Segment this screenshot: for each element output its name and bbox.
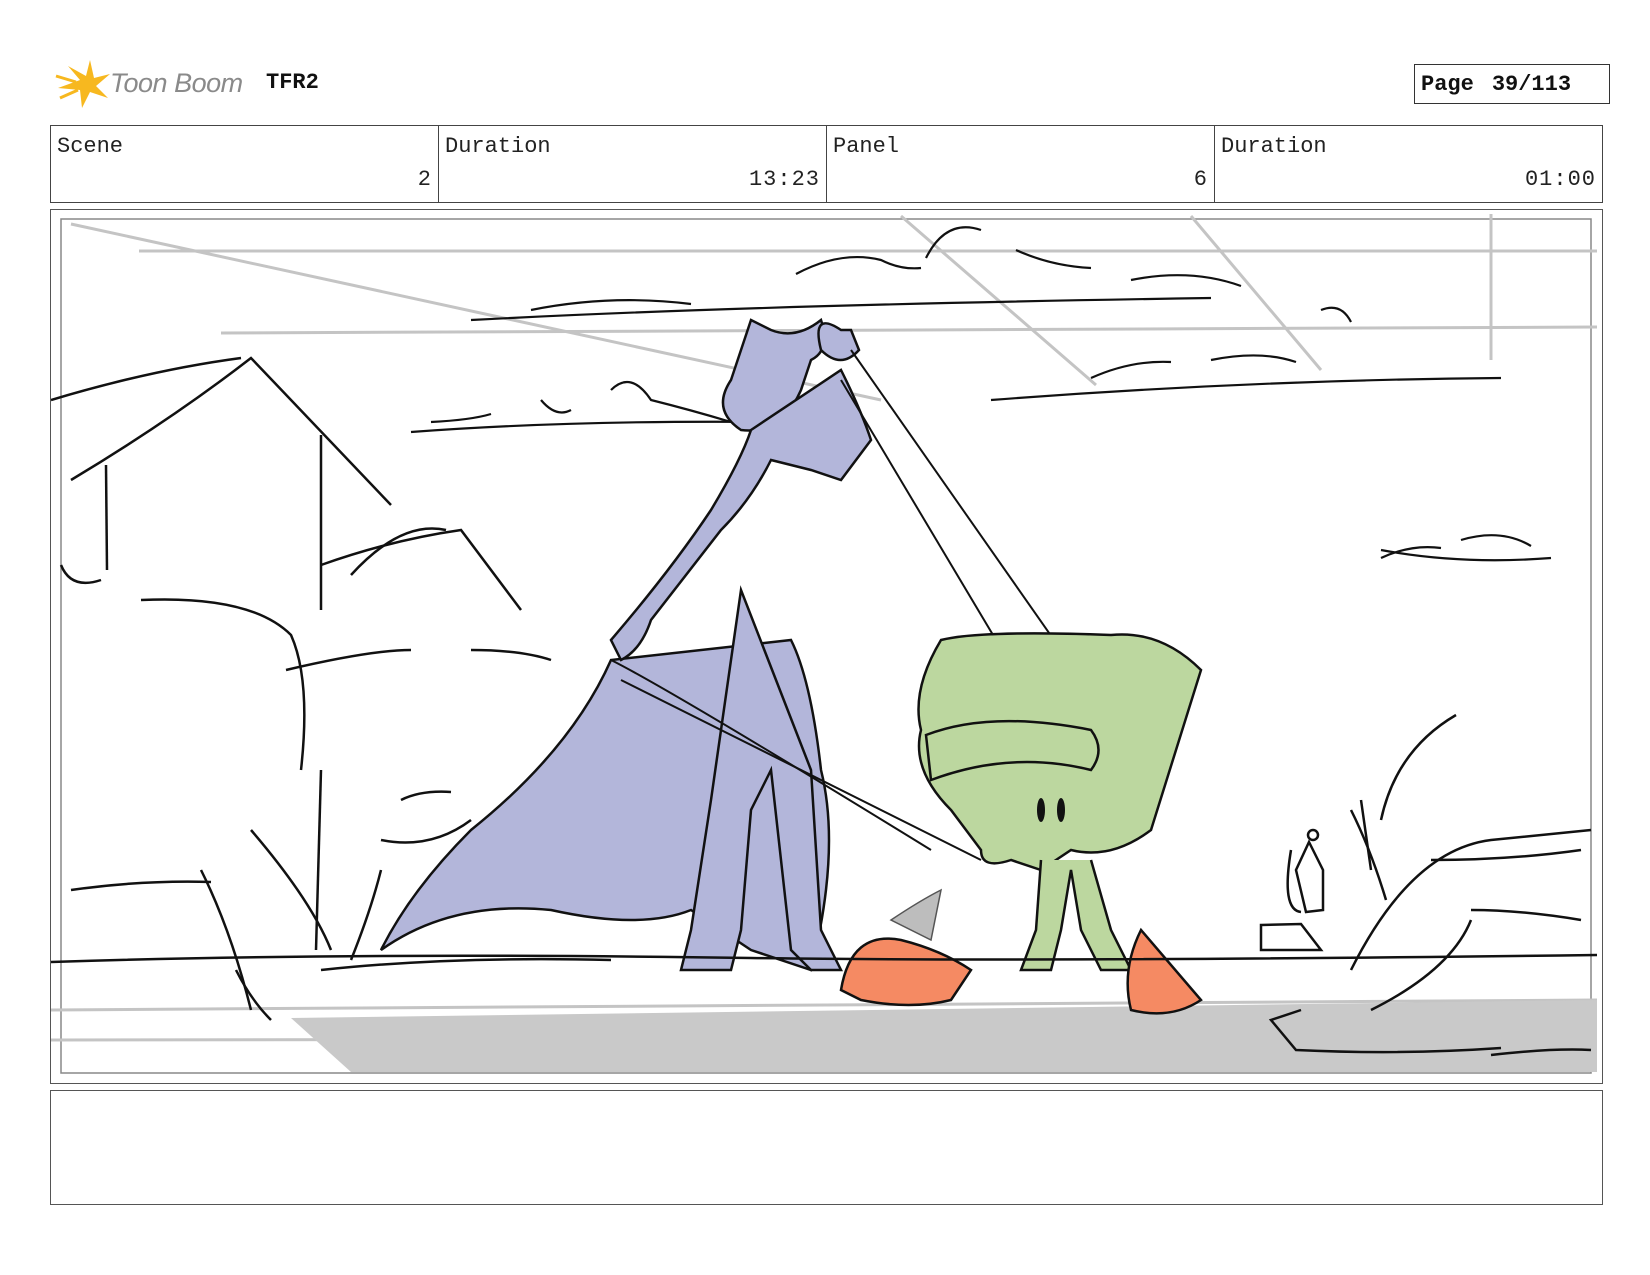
storyboard-panel	[50, 209, 1603, 1084]
clouds	[410, 226, 1552, 562]
scene-duration-value: 13:23	[748, 167, 820, 192]
scene-duration-cell: Duration 13:23	[439, 126, 827, 202]
scene-label: Scene	[57, 134, 124, 159]
storyboard-header: Toon Boom TFR2 Page 39/113	[50, 56, 1610, 112]
panel-duration-value: 01:00	[1524, 167, 1596, 192]
mountains	[51, 356, 612, 1021]
page-number: 39/113	[1491, 71, 1572, 97]
scene-value: 2	[417, 167, 432, 192]
page-label: Page	[1421, 71, 1474, 97]
scene-cell: Scene 2	[51, 126, 439, 202]
panel-duration-cell: Duration 01:00	[1215, 126, 1602, 202]
panel-duration-label: Duration	[1221, 134, 1327, 159]
ground-shadow	[291, 1000, 1597, 1072]
toon-boom-logo: Toon Boom	[54, 58, 244, 110]
panel-notes	[50, 1090, 1603, 1205]
panel-label: Panel	[833, 134, 900, 159]
project-title: TFR2	[266, 70, 319, 95]
green-character	[917, 632, 1203, 972]
orange-rocks	[839, 888, 1203, 1015]
page-indicator: Page 39/113	[1414, 64, 1610, 104]
logo-star-icon	[55, 60, 110, 108]
panel-value: 6	[1193, 167, 1208, 192]
panel-sketch	[51, 214, 1598, 1074]
scene-duration-label: Duration	[445, 134, 551, 159]
scene-info-table: Scene 2 Duration 13:23 Panel 6 Duration …	[50, 125, 1603, 203]
logo-text: Toon Boom	[110, 68, 243, 98]
panel-cell: Panel 6	[827, 126, 1215, 202]
